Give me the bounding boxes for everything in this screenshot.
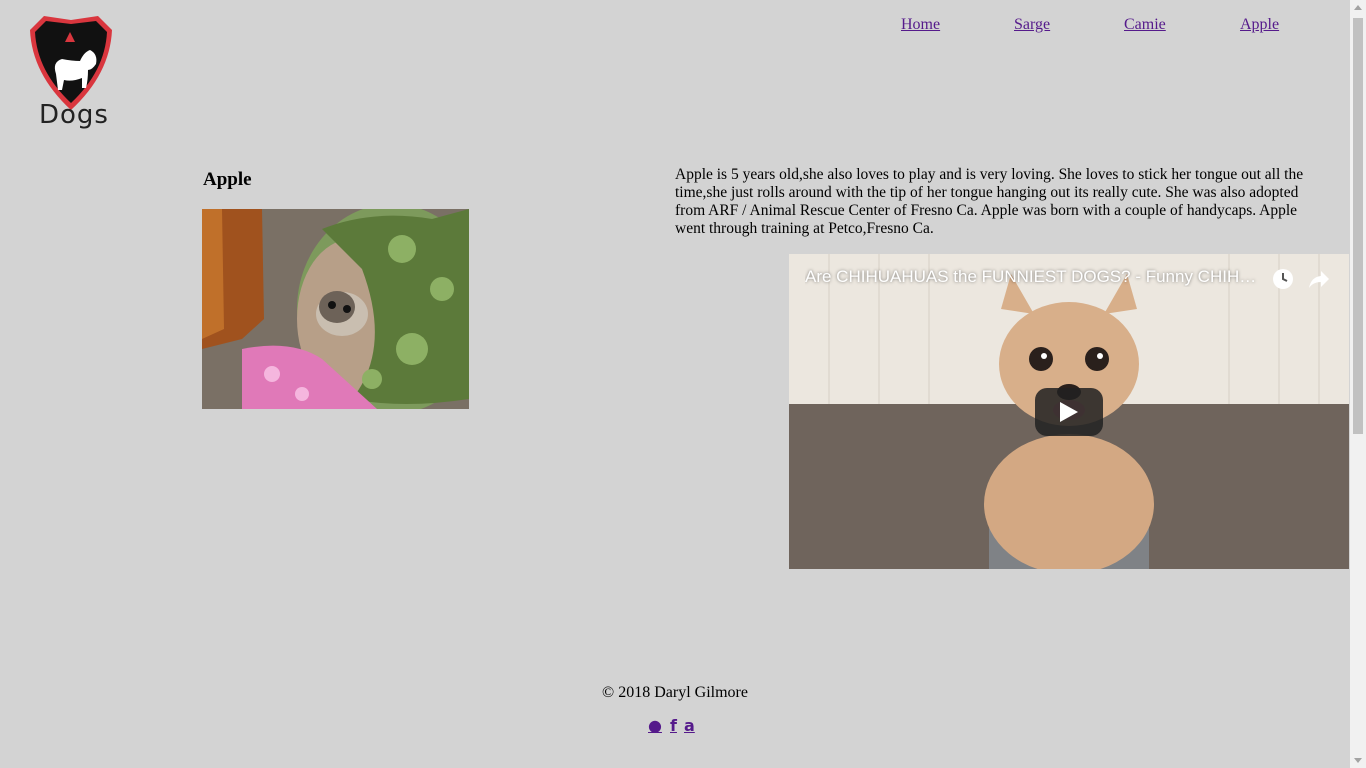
nav-link-home[interactable]: Home <box>901 16 940 34</box>
watch-later-icon[interactable] <box>1271 267 1295 291</box>
logo-text: Dogs <box>39 100 109 130</box>
dog-description: Apple is 5 years old,she also loves to p… <box>675 166 1304 237</box>
nav-link-camie[interactable]: Camie <box>1124 16 1166 34</box>
github-icon[interactable]: ● <box>648 716 662 735</box>
nav-link-sarge[interactable]: Sarge <box>1014 16 1050 34</box>
nav-link-apple[interactable]: Apple <box>1240 16 1279 34</box>
page-heading: Apple <box>203 169 252 190</box>
scroll-down-icon[interactable] <box>1354 758 1362 763</box>
facebook-icon[interactable]: f <box>670 716 677 735</box>
main-nav: Home Sarge Camie Apple <box>0 16 1350 36</box>
play-icon <box>1060 402 1078 422</box>
copyright-text: © 2018 Daryl Gilmore <box>602 684 748 701</box>
dog-photo <box>202 209 469 409</box>
share-icon[interactable] <box>1307 267 1331 291</box>
social-links: ● f a <box>648 716 703 736</box>
youtube-embed[interactable]: Are CHIHUAHUAS the FUNNIEST DOGS? - Funn… <box>789 254 1349 569</box>
scroll-up-icon[interactable] <box>1354 5 1362 10</box>
amazon-icon[interactable]: a <box>684 716 695 735</box>
video-title[interactable]: Are CHIHUAHUAS the FUNNIEST DOGS? - Funn… <box>805 267 1265 287</box>
scroll-thumb[interactable] <box>1353 18 1363 434</box>
vertical-scrollbar[interactable] <box>1350 0 1366 768</box>
play-button[interactable] <box>1035 388 1103 436</box>
